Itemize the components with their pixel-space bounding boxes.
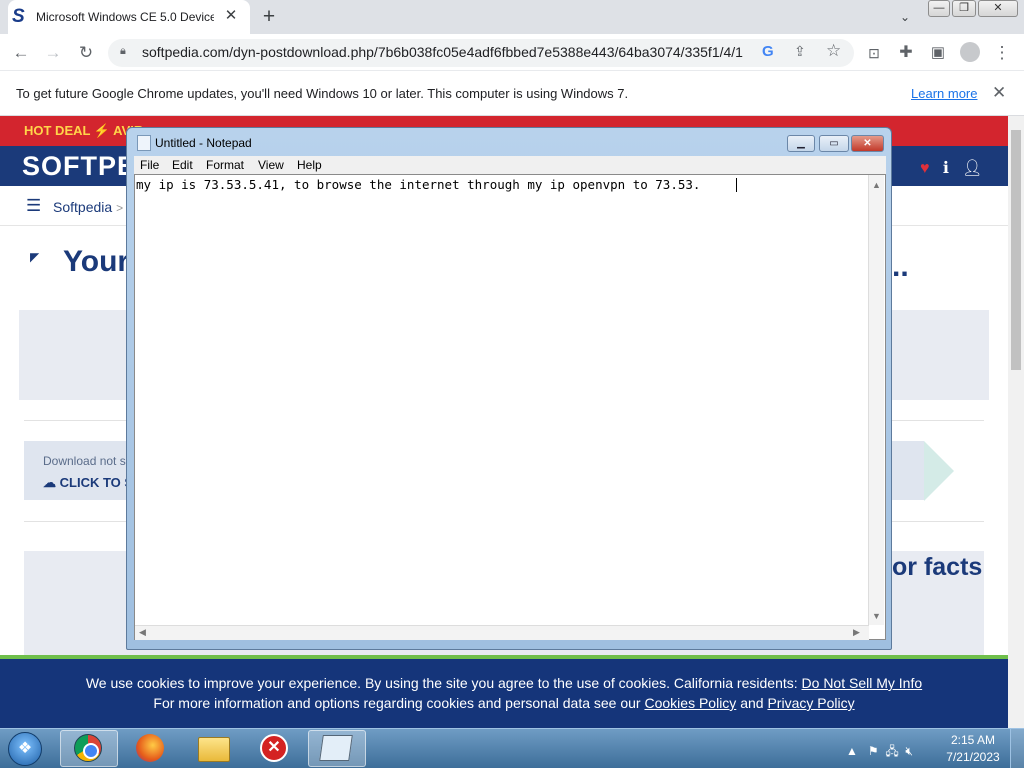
tab-title: Microsoft Windows CE 5.0 Device [36,10,214,24]
download-note: Download not s [43,454,126,468]
chrome-icon [74,734,102,762]
notepad-taskbar-icon [319,735,353,761]
cookie-and: and [736,695,768,711]
notepad-menubar [134,156,886,174]
hamburger-menu-icon[interactable]: ☰ [26,196,41,216]
page-heading-tail: .. [892,250,909,283]
url-text[interactable]: softpedia.com/dyn-postdownload.php/7b6b0… [142,44,754,60]
menu-edit[interactable]: Edit [172,158,193,172]
action-center-flag-icon[interactable]: ⚑ [868,744,879,758]
breadcrumb-separator: > [116,201,124,215]
cloud-download-icon: ☁ [43,475,56,490]
facts-heading: or facts [892,553,983,581]
clock-time[interactable]: 2:15 AM [945,733,1001,747]
start-button[interactable]: ❖ [8,732,42,766]
menu-format[interactable]: Format [206,158,244,172]
share-icon[interactable]: ⇪ [794,43,806,60]
user-icon[interactable]: 👤︎ [962,160,982,177]
notepad-title: Untitled - Notepad [155,136,252,150]
google-lens-icon[interactable]: G [762,43,774,60]
download-arrow-shape [924,441,954,501]
puzzle-icon[interactable]: ✚ [895,42,917,64]
side-panel-icon[interactable]: ▣ [927,42,949,64]
scroll-up-arrow-icon[interactable]: ▲ [872,180,881,190]
scroll-left-arrow-icon[interactable]: ◀ [139,627,146,638]
page-heading: Your [63,245,130,278]
file-explorer-icon[interactable] [198,737,230,762]
extension-icon[interactable]: ⊡ [863,42,885,64]
scroll-down-arrow-icon[interactable]: ▼ [872,611,881,621]
clock-date[interactable]: 7/21/2023 [945,750,1001,764]
kebab-menu-icon[interactable]: ⋮ [991,42,1013,64]
menu-file[interactable]: File [140,158,159,172]
privacy-policy-link[interactable]: Privacy Policy [767,695,854,711]
cookie-message: We use cookies to improve your experienc… [85,675,802,691]
menu-view[interactable]: View [258,158,284,172]
network-icon[interactable]: 🖧︎ [885,744,898,758]
profile-avatar[interactable] [960,42,980,62]
lock-icon[interactable]: 🔒︎ [120,45,132,59]
scroll-right-arrow-icon[interactable]: ▶ [853,627,860,638]
tab-search-chevron-icon[interactable]: ⌄ [896,8,914,26]
notepad-close-button[interactable]: ✕ [851,135,884,152]
notepad-minimize-button[interactable]: ▁ [787,135,815,152]
softpedia-favicon-icon: S [12,6,25,27]
forward-arrow-icon[interactable]: → [42,42,64,64]
window-close-button[interactable]: ✕ [978,0,1018,17]
notepad-horizontal-scrollbar[interactable] [135,625,869,640]
notepad-text-area[interactable] [134,174,886,640]
system-tray: ▲ ⚑ 🖧︎ 🔇︎ [846,742,913,763]
window-restore-button[interactable]: ❐ [952,0,976,17]
infobar-message: To get future Google Chrome updates, you… [16,86,629,101]
firefox-icon[interactable] [136,734,164,762]
breadcrumb: Softpedia > [53,199,123,215]
softpedia-logo[interactable]: SOFTPE [22,151,136,182]
page-scroll-thumb[interactable] [1011,130,1021,370]
do-not-sell-link[interactable]: Do Not Sell My Info [802,675,923,691]
cookie-text-line1: We use cookies to improve your experienc… [0,675,1008,691]
notepad-maximize-button[interactable]: ▭ [819,135,849,152]
bookmark-star-icon[interactable]: ☆ [826,41,841,61]
tab-close-icon[interactable]: ✕ [222,7,240,25]
cookies-policy-link[interactable]: Cookies Policy [644,695,736,711]
show-desktop-button[interactable] [1010,729,1024,768]
header-icons: ♥ ℹ 👤︎ [920,158,983,178]
window-minimize-button[interactable]: — [928,0,950,17]
infobar-close-icon[interactable]: ✕ [992,83,1006,103]
cookie-message-2: For more information and options regardi… [153,695,645,711]
heart-icon[interactable]: ♥ [920,160,930,177]
show-hidden-icons-icon[interactable]: ▲ [846,744,858,758]
menu-help[interactable]: Help [297,158,322,172]
cookie-text-line2: For more information and options regardi… [0,695,1008,711]
notepad-vertical-scrollbar[interactable] [868,175,884,625]
new-tab-button[interactable]: + [258,6,280,28]
notepad-icon [137,135,151,151]
notepad-content[interactable]: my ip is 73.53.5.41, to browse the inter… [136,177,700,192]
text-cursor [736,178,737,192]
learn-more-link[interactable]: Learn more [911,86,977,101]
back-arrow-icon[interactable]: ← [10,42,32,64]
volume-muted-icon[interactable]: 🔇︎ [905,744,913,758]
reload-icon[interactable]: ↻ [75,42,97,64]
info-icon[interactable]: ℹ [943,160,949,177]
cookie-banner [0,655,1008,728]
error-app-icon[interactable]: ✕ [260,734,288,762]
caret-icon: ◤ [30,250,40,264]
breadcrumb-link-softpedia[interactable]: Softpedia [53,199,112,215]
